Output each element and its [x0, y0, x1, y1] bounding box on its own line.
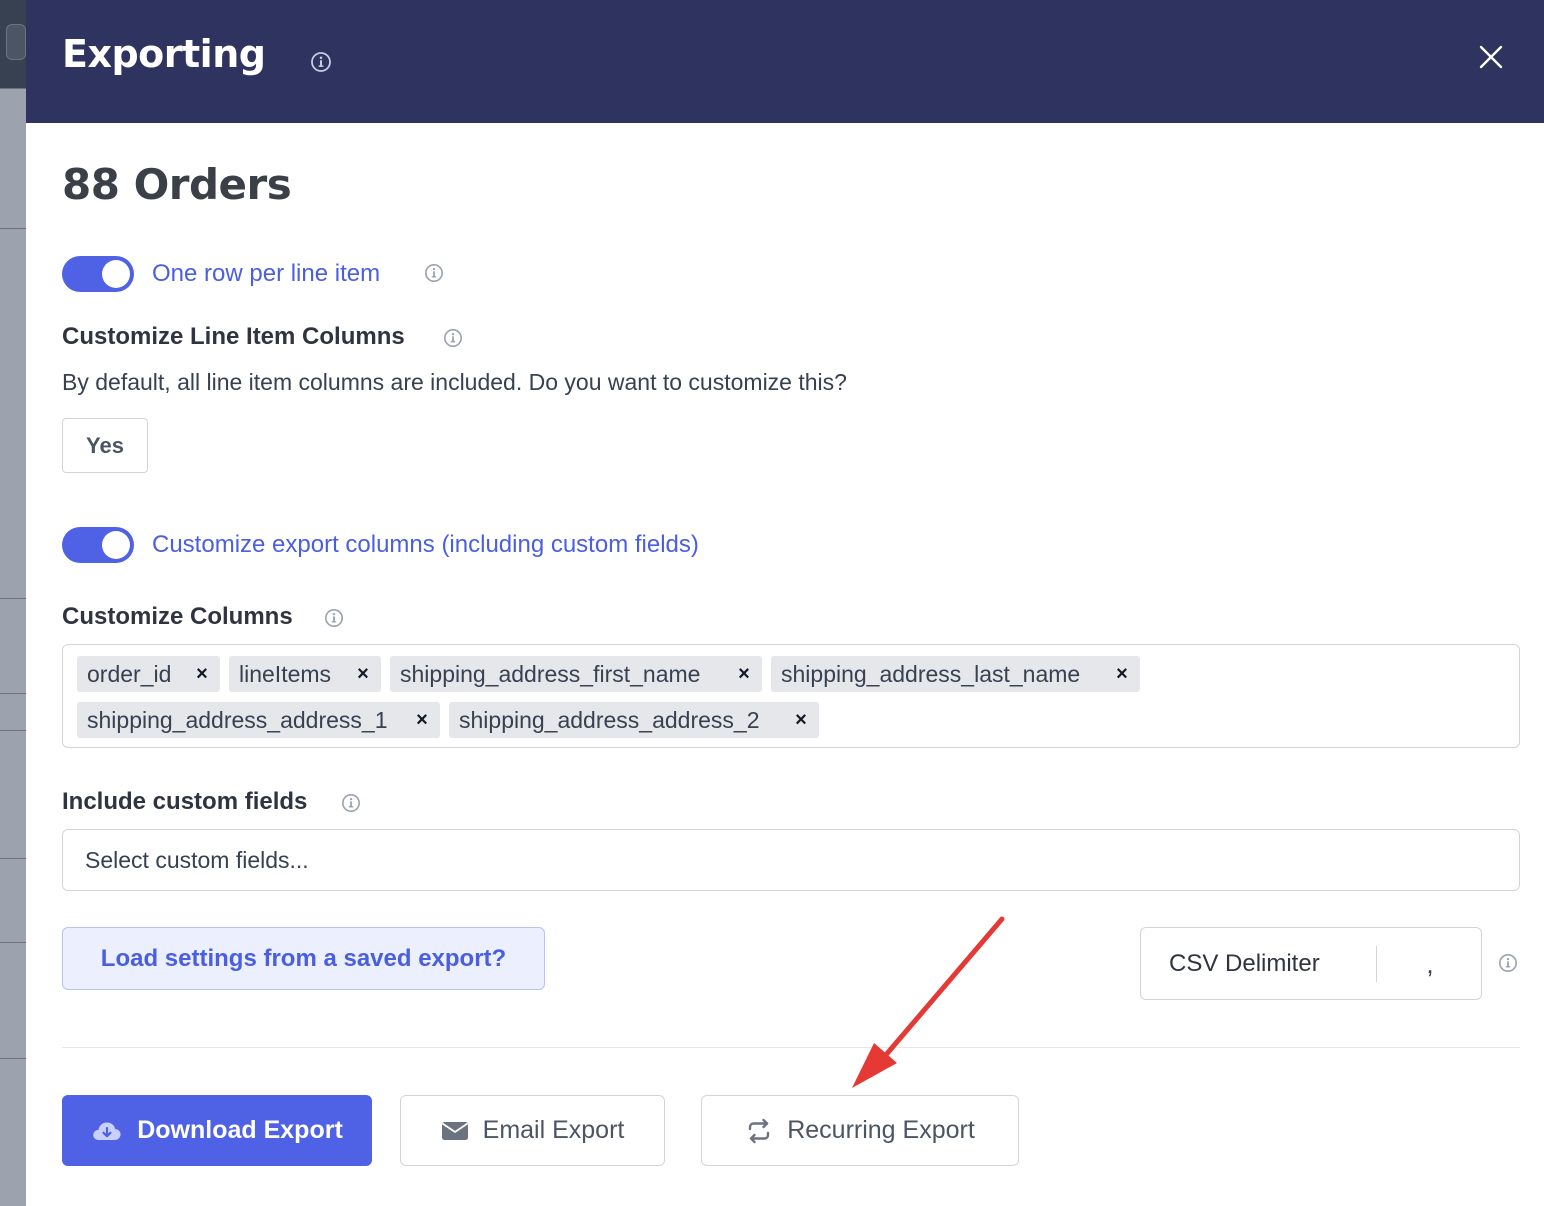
column-tag: order_id × — [77, 656, 220, 692]
custom-fields-select[interactable]: Select custom fields... — [62, 829, 1520, 891]
envelope-icon — [441, 1121, 468, 1140]
recurring-export-label: Recurring Export — [787, 1116, 975, 1144]
info-icon[interactable] — [1498, 953, 1518, 973]
custom-fields-heading: Include custom fields — [62, 788, 308, 815]
remove-tag-icon[interactable]: × — [791, 709, 811, 731]
remove-tag-icon[interactable]: × — [353, 663, 373, 685]
email-export-button[interactable]: Email Export — [400, 1095, 665, 1166]
background-divider — [0, 730, 26, 731]
recurring-export-button[interactable]: Recurring Export — [701, 1095, 1019, 1166]
load-saved-export-button[interactable]: Load settings from a saved export? — [62, 927, 545, 990]
line-item-toggle[interactable] — [62, 256, 134, 292]
column-tag-label: lineItems — [239, 660, 332, 687]
column-tag-label: order_id — [87, 660, 172, 687]
email-export-label: Email Export — [482, 1116, 625, 1144]
column-tag: shipping_address_address_1 × — [77, 702, 440, 738]
csv-delimiter-label: CSV Delimiter — [1169, 950, 1320, 977]
column-tag-label: shipping_address_first_name — [400, 660, 701, 687]
info-icon[interactable] — [310, 51, 332, 73]
order-count-title: 88 Orders — [62, 160, 292, 209]
column-tag-label: shipping_address_address_2 — [459, 706, 760, 733]
repeat-icon — [749, 1118, 770, 1143]
csv-delimiter-input[interactable] — [1385, 938, 1475, 990]
customize-line-items-helper: By default, all line item columns are in… — [62, 369, 847, 395]
background-divider — [0, 228, 26, 229]
customize-columns-heading: Customize Columns — [62, 603, 293, 630]
remove-tag-icon[interactable]: × — [734, 663, 754, 685]
info-icon[interactable] — [443, 328, 463, 348]
background-divider — [0, 598, 26, 599]
column-tag-label: shipping_address_address_1 — [87, 706, 388, 733]
background-divider — [0, 1058, 26, 1059]
info-icon[interactable] — [324, 608, 344, 628]
background-page — [0, 0, 26, 1206]
modal-title: Exporting — [62, 32, 266, 76]
background-divider — [0, 858, 26, 859]
export-modal: Exporting 88 Orders One row per line ite… — [26, 0, 1544, 1206]
csv-delimiter-separator — [1376, 946, 1377, 982]
yes-button[interactable]: Yes — [62, 418, 148, 473]
footer-divider — [62, 1047, 1520, 1048]
info-icon[interactable] — [424, 263, 444, 283]
column-tag-label: shipping_address_last_name — [781, 660, 1081, 687]
toggle-knob — [102, 260, 130, 288]
line-item-toggle-label[interactable]: One row per line item — [152, 260, 380, 288]
close-icon[interactable] — [1474, 40, 1508, 74]
background-divider — [0, 942, 26, 943]
column-tag: lineItems × — [229, 656, 381, 692]
cloud-download-icon — [93, 1122, 121, 1140]
remove-tag-icon[interactable]: × — [192, 663, 212, 685]
remove-tag-icon[interactable]: × — [1112, 663, 1132, 685]
background-divider — [0, 88, 26, 89]
background-toolbar — [0, 0, 26, 88]
column-tag: shipping_address_address_2 × — [449, 702, 819, 738]
modal-header: Exporting — [26, 0, 1544, 123]
download-export-button[interactable]: Download Export — [62, 1095, 372, 1166]
columns-multiselect[interactable]: order_id × lineItems × shipping_address_… — [62, 644, 1520, 748]
remove-tag-icon[interactable]: × — [412, 709, 432, 731]
toggle-knob — [102, 531, 130, 559]
column-tag: shipping_address_first_name × — [390, 656, 762, 692]
export-columns-toggle[interactable] — [62, 527, 134, 563]
customize-line-items-heading: Customize Line Item Columns — [62, 323, 405, 350]
download-export-label: Download Export — [137, 1116, 343, 1144]
info-icon[interactable] — [341, 793, 361, 813]
background-divider — [0, 693, 26, 694]
export-columns-toggle-label[interactable]: Customize export columns (including cust… — [152, 531, 699, 559]
csv-delimiter-field: CSV Delimiter — [1140, 927, 1482, 1000]
column-tag: shipping_address_last_name × — [771, 656, 1140, 692]
background-chip — [6, 24, 26, 60]
